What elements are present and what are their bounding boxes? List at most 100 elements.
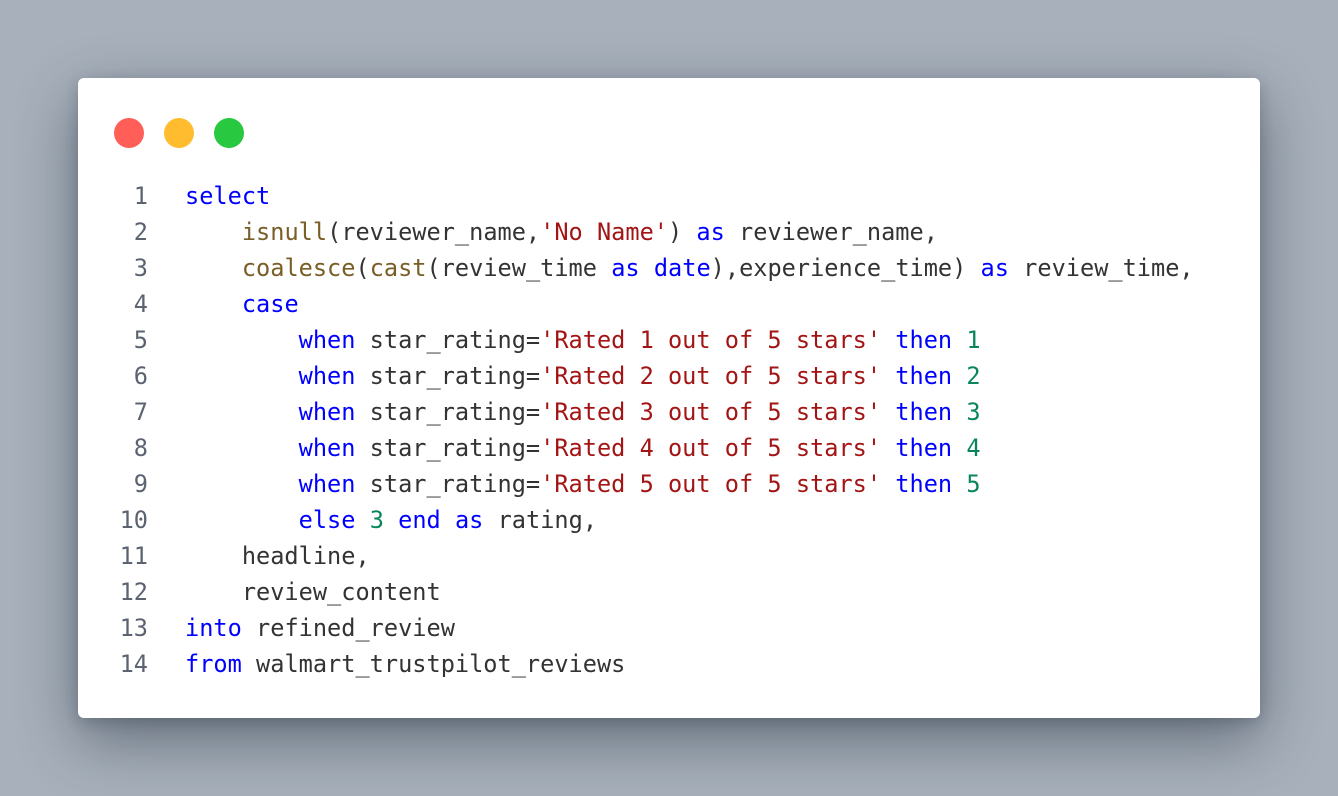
code-window: 1 select 2 isnull(reviewer_name,'No Name')…	[78, 78, 1260, 718]
string-token: 'Rated 3 out of 5 stars'	[540, 398, 882, 426]
plain-token: refined_review	[241, 614, 455, 642]
code-line: 11 headline,	[108, 538, 1194, 574]
line-number: 4	[133, 290, 148, 318]
code-text: case	[148, 286, 299, 322]
line-number: 6	[133, 362, 148, 390]
plain-token: rating,	[483, 506, 598, 534]
plain-token: headline,	[185, 542, 370, 570]
line-number: 13	[119, 614, 148, 642]
plain-token: (	[355, 254, 370, 282]
line-number: 2	[133, 218, 148, 246]
keyword-token: then	[895, 326, 953, 354]
number-token: 2	[966, 362, 981, 390]
keyword-token: as	[611, 254, 640, 282]
line-number: 7	[133, 398, 148, 426]
code-text: when star_rating='Rated 3 out of 5 stars…	[148, 394, 981, 430]
number-token: 5	[966, 470, 981, 498]
keyword-token: then	[895, 434, 953, 462]
plain-token: star_rating=	[355, 434, 541, 462]
code-text: select	[148, 178, 270, 214]
minimize-dot-icon[interactable]	[164, 118, 194, 148]
plain-token: star_rating=	[355, 326, 541, 354]
keyword-token: case	[241, 290, 299, 318]
window-controls	[114, 118, 244, 148]
keyword-token: then	[895, 398, 953, 426]
code-line: 4 case	[108, 286, 1194, 322]
keyword-token: into	[185, 614, 242, 642]
code-line: 6 when star_rating='Rated 2 out of 5 sta…	[108, 358, 1194, 394]
keyword-token: as	[980, 254, 1009, 282]
code-text: when star_rating='Rated 4 out of 5 stars…	[148, 430, 981, 466]
keyword-token: else	[298, 506, 356, 534]
plain-token: star_rating=	[355, 398, 541, 426]
keyword-token: as	[454, 506, 484, 534]
function-token: cast	[369, 254, 427, 282]
plain-token: reviewer_name,	[724, 218, 938, 246]
plain-token: star_rating=	[355, 470, 541, 498]
keyword-token: when	[298, 326, 356, 354]
keyword-token: then	[895, 470, 953, 498]
code-text: else 3 end as rating,	[148, 502, 597, 538]
keyword-token: as	[696, 218, 725, 246]
code-line: 13 into refined_review	[108, 610, 1194, 646]
line-number: 11	[119, 542, 148, 570]
code-line: 7 when star_rating='Rated 3 out of 5 sta…	[108, 394, 1194, 430]
keyword-token: select	[185, 182, 271, 210]
line-number: 8	[133, 434, 148, 462]
code-line: 2 isnull(reviewer_name,'No Name') as rev…	[108, 214, 1194, 250]
line-number: 3	[133, 254, 148, 282]
number-token: 3	[966, 398, 981, 426]
code-line: 8 when star_rating='Rated 4 out of 5 sta…	[108, 430, 1194, 466]
line-number: 14	[119, 650, 148, 678]
code-text: when star_rating='Rated 5 out of 5 stars…	[148, 466, 981, 502]
code-block: 1 select 2 isnull(reviewer_name,'No Name')…	[108, 178, 1194, 682]
number-token: 1	[966, 326, 981, 354]
keyword-token: when	[298, 398, 356, 426]
maximize-dot-icon[interactable]	[214, 118, 244, 148]
string-token: 'Rated 4 out of 5 stars'	[540, 434, 882, 462]
line-number: 5	[133, 326, 148, 354]
string-token: 'Rated 5 out of 5 stars'	[540, 470, 882, 498]
code-text: coalesce(cast(review_time as date),exper…	[148, 250, 1194, 286]
function-token: isnull	[241, 218, 328, 246]
code-line: 10 else 3 end as rating,	[108, 502, 1194, 538]
code-text: review_content	[148, 574, 441, 610]
keyword-token: when	[298, 434, 356, 462]
line-number: 1	[133, 182, 148, 210]
keyword-token: when	[298, 362, 356, 390]
number-token: 4	[966, 434, 981, 462]
string-token: 'Rated 2 out of 5 stars'	[540, 362, 882, 390]
plain-token: (review_time	[426, 254, 612, 282]
number-token: 3	[369, 506, 384, 534]
string-token: 'No Name'	[540, 218, 668, 246]
plain-token: ),experience_time)	[710, 254, 981, 282]
keyword-token: then	[895, 362, 953, 390]
plain-token: (reviewer_name,	[327, 218, 541, 246]
close-dot-icon[interactable]	[114, 118, 144, 148]
code-text: when star_rating='Rated 2 out of 5 stars…	[148, 358, 981, 394]
keyword-token: when	[298, 470, 356, 498]
code-line: 9 when star_rating='Rated 5 out of 5 sta…	[108, 466, 1194, 502]
